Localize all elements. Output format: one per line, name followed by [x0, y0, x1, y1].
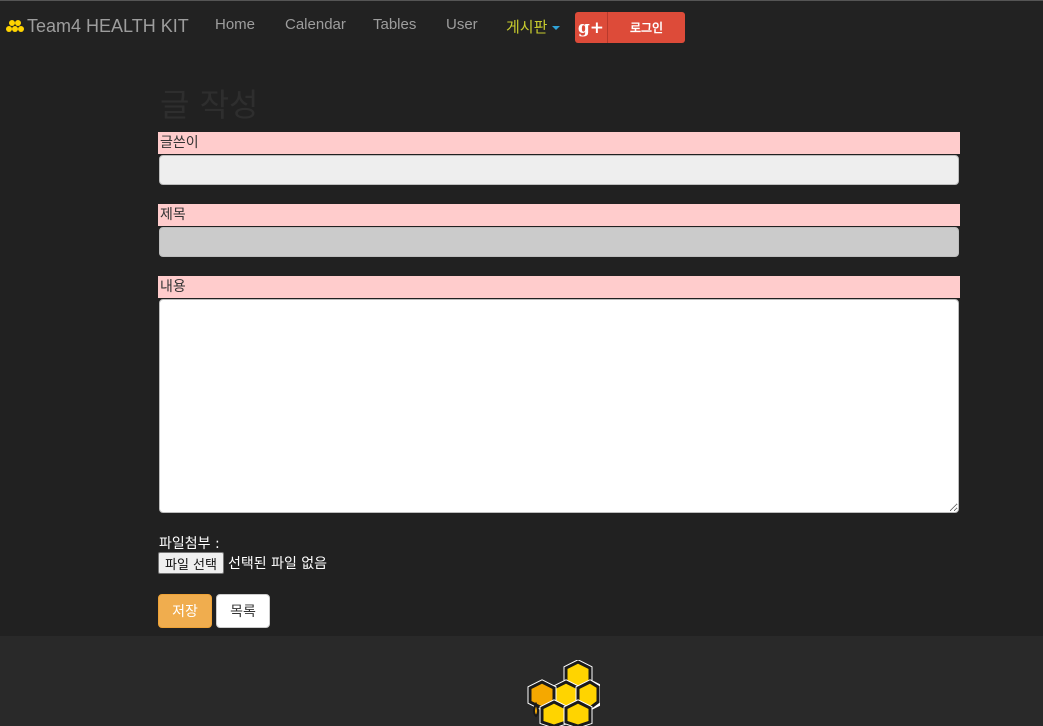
- save-button[interactable]: 저장: [158, 594, 212, 628]
- list-button[interactable]: 목록: [216, 594, 270, 628]
- brand-link[interactable]: Team4 HEALTH KIT: [5, 15, 189, 37]
- google-plus-icon: g+: [575, 12, 608, 43]
- google-login-button[interactable]: g+ 로그인: [575, 12, 685, 43]
- google-login-label: 로그인: [629, 21, 664, 35]
- honeycomb-logo-icon: [527, 660, 600, 726]
- writer-input[interactable]: [159, 155, 959, 185]
- attach-label: 파일첨부 :: [159, 536, 220, 552]
- footer: [0, 636, 1043, 726]
- file-status: 선택된 파일 없음: [227, 556, 328, 572]
- nav-calendar[interactable]: Calendar: [285, 16, 346, 33]
- subject-label: 제목: [158, 204, 960, 226]
- caret-down-icon: [552, 26, 561, 31]
- board-dropdown-label: 게시판: [506, 19, 548, 36]
- choose-file-button[interactable]: 파일 선택: [158, 552, 224, 574]
- top-navbar: Team4 HEALTH KIT Home Calendar Tables Us…: [0, 0, 1043, 50]
- page-title: 글 작성: [160, 86, 259, 124]
- nav-board-dropdown[interactable]: 게시판: [506, 16, 561, 37]
- writer-label: 글쓴이: [158, 132, 960, 154]
- brand-text: Team4 HEALTH KIT: [27, 15, 189, 36]
- content-label: 내용: [158, 276, 960, 298]
- subject-input[interactable]: [159, 227, 959, 257]
- nav-tables[interactable]: Tables: [373, 16, 416, 33]
- content-textarea[interactable]: [159, 299, 959, 513]
- nav-user[interactable]: User: [446, 16, 478, 33]
- nav-home[interactable]: Home: [215, 16, 255, 33]
- file-input: 파일 선택 선택된 파일 없음: [158, 552, 327, 574]
- honeycomb-icon: [6, 20, 24, 32]
